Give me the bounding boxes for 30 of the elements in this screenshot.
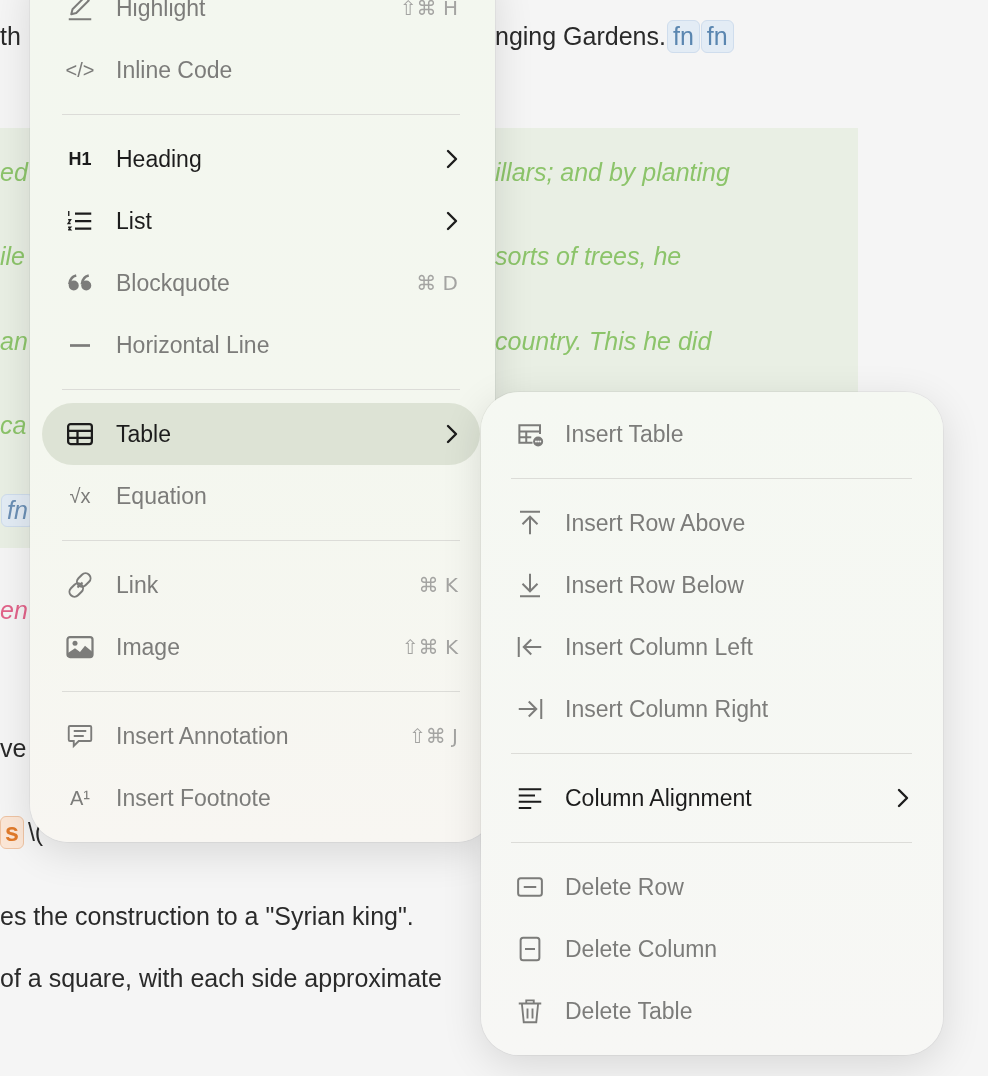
heading-icon: H1 — [65, 148, 95, 170]
shortcut-hint: ⇧⌘ J — [409, 724, 458, 748]
menu-item[interactable]: Table — [42, 403, 480, 465]
quote-text: ca — [0, 411, 27, 440]
footnote-badge: fn — [666, 19, 700, 53]
body-text: es the construction to a "Syrian king". — [0, 901, 414, 931]
footnote-icon: A¹ — [65, 786, 95, 810]
body-text: th — [0, 21, 21, 51]
menu-item[interactable]: List — [42, 190, 480, 252]
menu-item[interactable]: Column Alignment — [493, 767, 931, 829]
quote-text: an — [0, 326, 28, 356]
shortcut-hint: ⇧⌘ K — [401, 635, 458, 659]
quote-text: sorts of trees, he — [495, 242, 682, 271]
equation-icon: √x — [65, 484, 95, 508]
shortcut-hint: ⇧⌘ H — [399, 0, 458, 20]
inline-tag: s — [0, 815, 24, 849]
quote-text: ed — [0, 157, 28, 187]
shortcut-hint: ⌘ K — [418, 573, 458, 597]
menu-item[interactable]: H1 Heading — [42, 128, 480, 190]
horizontal-line-icon — [70, 343, 90, 347]
body-text: of a square, with each side approximate — [0, 963, 442, 993]
body-text: nging Gardens. — [495, 21, 666, 51]
emphasis-text: en — [0, 595, 28, 625]
quote-text: ile — [0, 242, 25, 271]
quote-text: illars; and by planting — [495, 157, 730, 187]
shortcut-hint: ⌘ D — [416, 271, 458, 295]
code-icon: </> — [65, 58, 95, 82]
body-text: ve — [0, 733, 27, 763]
footnote-badge: fn — [700, 19, 734, 53]
quote-text: country. This he did — [495, 326, 712, 356]
